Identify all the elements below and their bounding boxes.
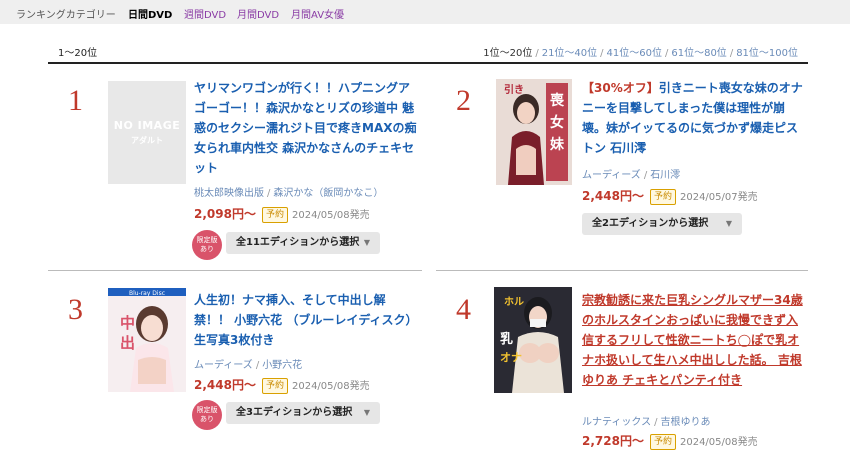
limited-label-sub: あり: [200, 245, 214, 253]
svg-text:喪: 喪: [550, 92, 565, 109]
limited-label: 限定版: [196, 236, 218, 244]
no-image-label: NO IMAGE: [113, 119, 181, 132]
nav-daily-dvd[interactable]: 日間DVD: [128, 6, 172, 21]
product-cover-image: Blu-ray Disc 中 出: [108, 288, 186, 392]
svg-text:中: 中: [120, 314, 135, 332]
nav-monthly-actress[interactable]: 月間AV女優: [291, 6, 344, 21]
product-meta: 桃太郎映像出版 / 森沢かな（飯岡かなこ）: [194, 184, 383, 199]
product-cover-image: 喪 女 妹 引き: [496, 79, 572, 185]
pager-link-21-40[interactable]: 21位〜40位: [542, 48, 597, 59]
pager-link-41-60[interactable]: 41位〜60位: [607, 48, 662, 59]
meta-separator: /: [654, 417, 658, 428]
product-title-link[interactable]: 人生初！ナマ挿入、そして中出し解禁！！ 小野六花 （ブルーレイディスク） 生写真…: [194, 290, 420, 350]
svg-text:Blu-ray Disc: Blu-ray Disc: [129, 290, 165, 297]
svg-text:ホル: ホル: [504, 296, 524, 308]
edition-select-label: 全3エディションから選択: [236, 407, 353, 418]
meta-separator: /: [643, 170, 648, 181]
preorder-badge: 予約: [649, 434, 676, 450]
actress-link[interactable]: 吉根ゆりあ: [660, 417, 710, 428]
price: 2,448円〜: [194, 378, 256, 392]
product-meta: ムーディーズ / 小野六花: [194, 356, 302, 371]
nav-weekly-dvd[interactable]: 週間DVD: [184, 6, 226, 21]
pager-separator: /: [535, 48, 539, 59]
product-title-link[interactable]: 宗教勧誘に来た巨乳シングルマザー34歳のホルスタインおっぱいに我慢できず入信する…: [582, 290, 808, 390]
pager-current: 1位〜20位: [483, 48, 533, 59]
header-divider: [48, 62, 808, 64]
svg-text:妹: 妹: [549, 136, 565, 153]
svg-text:オナ: オナ: [500, 351, 522, 364]
discount-label: 【30%オフ】: [582, 81, 659, 95]
limited-edition-badge: 限定版 あり: [192, 230, 222, 260]
meta-separator: /: [255, 360, 260, 371]
nav-monthly-dvd[interactable]: 月間DVD: [237, 6, 279, 21]
svg-text:女: 女: [550, 114, 564, 131]
svg-text:乳: 乳: [500, 331, 513, 347]
pager-separator: /: [600, 48, 604, 59]
release-date: 2024/05/08発売: [291, 381, 370, 392]
dropdown-arrow-icon: ▼: [363, 238, 370, 247]
meta-separator: /: [267, 188, 271, 199]
product-thumbnail[interactable]: 喪 女 妹 引き: [496, 79, 572, 185]
product-meta: ルナティックス / 吉根ゆりあ: [582, 413, 710, 428]
product-meta: ムーディーズ / 石川澪: [582, 166, 680, 181]
svg-text:出: 出: [120, 334, 135, 352]
maker-link[interactable]: 桃太郎映像出版: [194, 188, 264, 199]
price: 2,728円〜: [582, 434, 644, 448]
ranking-header: 1〜20位 1位〜20位/21位〜40位/41位〜60位/61位〜80位/81位…: [48, 44, 808, 62]
pager-link-61-80[interactable]: 61位〜80位: [671, 48, 726, 59]
price: 2,098円〜: [194, 207, 256, 221]
preorder-badge: 予約: [649, 189, 676, 205]
item-divider: [48, 270, 422, 271]
limited-label: 限定版: [196, 406, 218, 414]
product-title-link[interactable]: 【30%オフ】引きニート喪女な妹のオナニーを目撃してしまった僕は理性が崩壊。妹が…: [582, 78, 808, 158]
preorder-badge: 予約: [261, 378, 288, 394]
release-date: 2024/05/08発売: [291, 210, 370, 221]
product-cover-image: ホル 乳 オナ: [494, 287, 572, 393]
rank-number: 4: [456, 293, 471, 326]
price-line: 2,448円〜 予約 2024/05/07発売: [582, 187, 758, 205]
pager-separator: /: [664, 48, 669, 59]
rank-number: 3: [68, 293, 83, 326]
svg-text:引き: 引き: [504, 83, 524, 96]
ranking-category-bar: ランキングカテゴリー 日間DVD 週間DVD 月間DVD 月間AV女優: [0, 0, 850, 24]
maker-link[interactable]: ムーディーズ: [194, 360, 253, 371]
product-thumbnail[interactable]: Blu-ray Disc 中 出: [108, 288, 186, 392]
limited-edition-badge: 限定版 あり: [192, 400, 222, 430]
limited-label-sub: あり: [200, 415, 214, 423]
item-divider: [436, 270, 808, 271]
rank-number: 1: [68, 84, 83, 117]
release-date: 2024/05/08発売: [679, 437, 758, 448]
edition-select-label: 全11エディションから選択: [236, 237, 360, 248]
edition-select-label: 全2エディションから選択: [592, 218, 709, 229]
product-thumbnail-placeholder[interactable]: NO IMAGE アダルト: [108, 81, 186, 184]
price-line: 2,728円〜 予約 2024/05/08発売: [582, 432, 758, 450]
ranking-category-label: ランキングカテゴリー: [16, 10, 116, 21]
actress-link[interactable]: 森沢かな（飯岡かなこ）: [273, 188, 383, 199]
maker-link[interactable]: ルナティックス: [582, 417, 651, 428]
rank-number: 2: [456, 84, 471, 117]
edition-select[interactable]: 全3エディションから選択 ▼: [226, 402, 380, 424]
release-date: 2024/05/07発売: [679, 192, 758, 203]
dropdown-arrow-icon: ▼: [725, 219, 732, 228]
actress-link[interactable]: 小野六花: [262, 360, 302, 371]
price-line: 2,098円〜 予約 2024/05/08発売: [194, 205, 370, 223]
preorder-badge: 予約: [261, 207, 288, 223]
actress-link[interactable]: 石川澪: [650, 170, 680, 181]
price-line: 2,448円〜 予約 2024/05/08発売: [194, 376, 370, 394]
price: 2,448円〜: [582, 189, 644, 203]
pager-link-81-100[interactable]: 81位〜100位: [736, 48, 798, 59]
product-thumbnail[interactable]: ホル 乳 オナ: [494, 287, 572, 393]
rank-pager: 1位〜20位/21位〜40位/41位〜60位/61位〜80位/81位〜100位: [483, 44, 798, 59]
product-title-link[interactable]: ヤリマンワゴンが行く！！ハプニングア ゴーゴー！！森沢かなとリズの珍道中 魅惑の…: [194, 78, 420, 178]
current-range-label: 1〜20位: [58, 48, 98, 59]
maker-link[interactable]: ムーディーズ: [582, 170, 641, 181]
edition-select[interactable]: 全11エディションから選択 ▼: [226, 232, 380, 254]
dropdown-arrow-icon: ▼: [363, 408, 370, 417]
adult-label: アダルト: [131, 136, 163, 145]
pager-separator: /: [729, 48, 734, 59]
edition-select[interactable]: 全2エディションから選択 ▼: [582, 213, 742, 235]
